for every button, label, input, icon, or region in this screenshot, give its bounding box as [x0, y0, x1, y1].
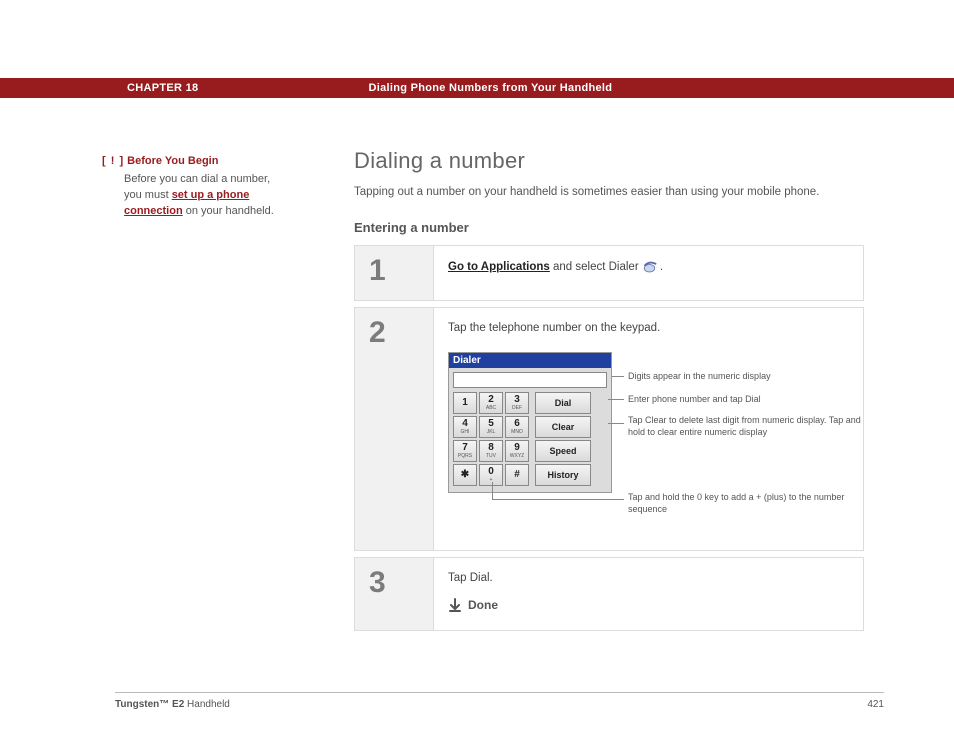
key-7[interactable]: 7PQRS: [453, 440, 477, 462]
step-body: Go to Applications and select Dialer .: [433, 246, 863, 300]
dialer-keypad: 1 2ABC 3DEF 4GHI 5JKL 6MNO 7PQRS 8TUV 9W…: [453, 392, 529, 486]
key-2[interactable]: 2ABC: [479, 392, 503, 414]
step2-text: Tap the telephone number on the keypad.: [448, 322, 660, 334]
page-title: Dialing a number: [354, 148, 864, 174]
step-body: Tap Dial. Done: [433, 558, 863, 630]
done-arrow-icon: [448, 598, 462, 612]
callout-zero: Tap and hold the 0 key to add a + (plus)…: [628, 492, 858, 515]
key-9[interactable]: 9WXYZ: [505, 440, 529, 462]
history-button[interactable]: History: [535, 464, 591, 486]
speed-button[interactable]: Speed: [535, 440, 591, 462]
step-number: 1: [355, 246, 433, 300]
step-1: 1 Go to Applications and select Dialer .: [354, 245, 864, 301]
chapter-ribbon: CHAPTER 18 Dialing Phone Numbers from Yo…: [0, 78, 954, 98]
dialer-numeric-display: [453, 372, 607, 388]
callout-line: [492, 482, 493, 500]
callout-line: [608, 423, 624, 424]
dial-button[interactable]: Dial: [535, 392, 591, 414]
before-you-begin-callout: [ ! ] Before You Begin Before you can di…: [102, 154, 282, 220]
step1-text: and select Dialer: [550, 261, 642, 273]
callout-display: Digits appear in the numeric display: [628, 371, 771, 383]
step3-text: Tap Dial.: [448, 572, 493, 584]
step1-period: .: [660, 261, 663, 273]
main-content: Dialing a number Tapping out a number on…: [354, 148, 864, 637]
callout-line: [612, 376, 624, 377]
key-star[interactable]: ✱: [453, 464, 477, 486]
key-0[interactable]: 0+: [479, 464, 503, 486]
step-2: 2 Tap the telephone number on the keypad…: [354, 307, 864, 551]
key-4[interactable]: 4GHI: [453, 416, 477, 438]
before-you-begin-heading: Before You Begin: [127, 155, 218, 167]
key-hash[interactable]: #: [505, 464, 529, 486]
dialer-app-icon: [642, 260, 660, 274]
chapter-title: Dialing Phone Numbers from Your Handheld: [368, 82, 612, 94]
page-footer: Tungsten™ E2 Handheld 421: [115, 699, 884, 710]
key-8[interactable]: 8TUV: [479, 440, 503, 462]
byb-text-after: on your handheld.: [183, 205, 274, 217]
step-body: Tap the telephone number on the keypad. …: [433, 308, 863, 550]
subsection-title: Entering a number: [354, 220, 864, 235]
go-to-applications-link[interactable]: Go to Applications: [448, 261, 550, 273]
dialer-side-buttons: Dial Clear Speed History: [535, 392, 591, 486]
page-number: 421: [867, 699, 884, 710]
footer-rule: [115, 692, 884, 693]
done-row: Done: [448, 598, 849, 612]
step-number: 2: [355, 308, 433, 550]
page-blurb: Tapping out a number on your handheld is…: [354, 186, 864, 198]
key-6[interactable]: 6MNO: [505, 416, 529, 438]
product-name: Tungsten™ E2 Handheld: [115, 699, 230, 710]
key-3[interactable]: 3DEF: [505, 392, 529, 414]
callout-line: [608, 399, 624, 400]
callout-clear: Tap Clear to delete last digit from nume…: [628, 415, 868, 438]
dialer-window-title: Dialer: [449, 353, 611, 368]
done-label: Done: [468, 598, 498, 612]
chapter-label: CHAPTER 18: [127, 82, 198, 94]
clear-button[interactable]: Clear: [535, 416, 591, 438]
step-3: 3 Tap Dial. Done: [354, 557, 864, 631]
callout-dial: Enter phone number and tap Dial: [628, 394, 761, 406]
key-1[interactable]: 1: [453, 392, 477, 414]
dialer-screenshot: Dialer 1 2ABC 3DEF 4GHI 5JKL 6MNO 7PQRS …: [448, 352, 612, 493]
alert-marker: [ ! ]: [102, 155, 124, 167]
callout-line: [492, 499, 624, 500]
key-5[interactable]: 5JKL: [479, 416, 503, 438]
step-number: 3: [355, 558, 433, 630]
